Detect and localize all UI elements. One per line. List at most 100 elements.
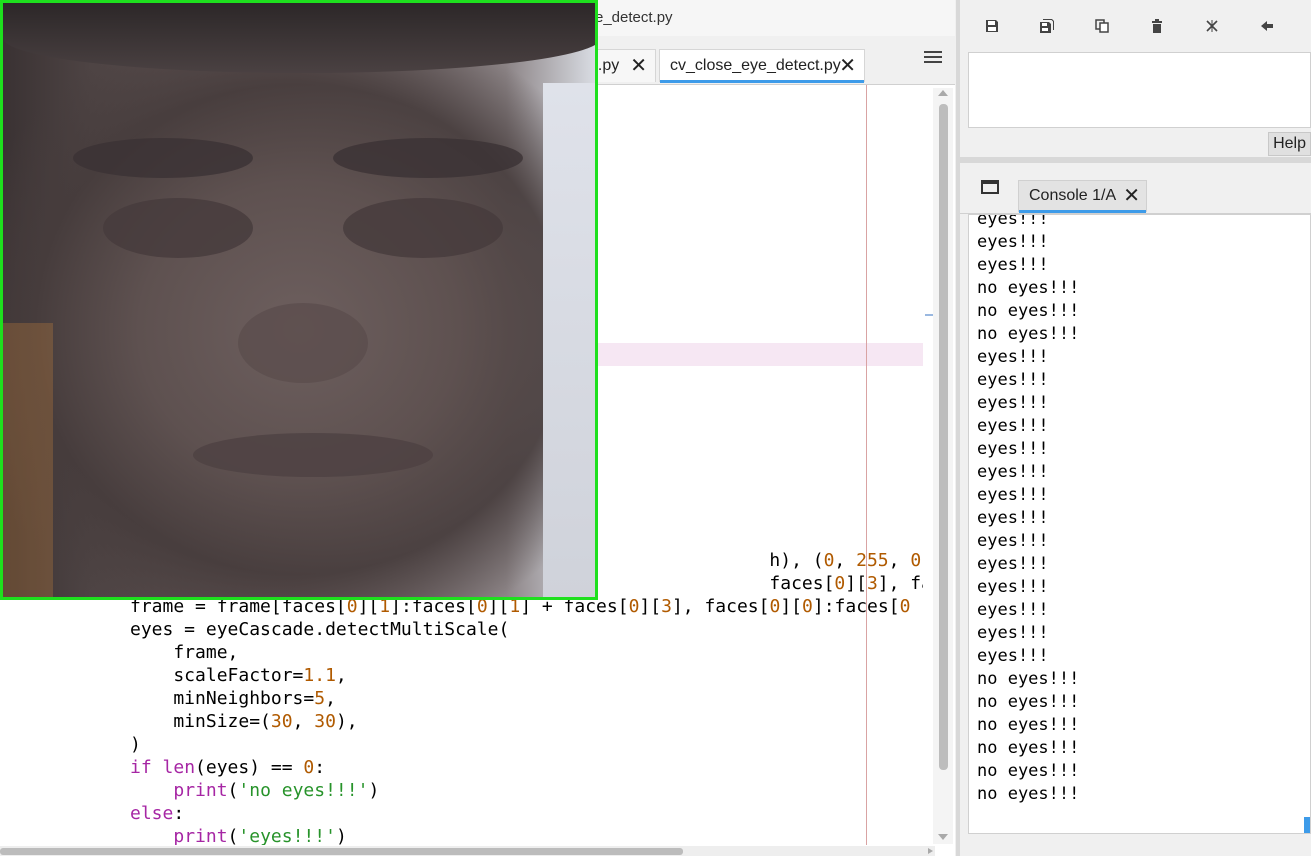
code-token: ,	[888, 550, 911, 571]
console-line: eyes!!!	[977, 462, 1049, 482]
save-icon[interactable]	[985, 19, 999, 33]
right-pane: Help Console 1/A ✕ eyes!!! eyes!!! eyes!!!…	[956, 0, 1311, 856]
code-token: print	[173, 826, 228, 845]
code-token: ], faces[	[877, 573, 923, 594]
code-token: ),	[921, 550, 923, 571]
code-token: ], faces[	[671, 596, 770, 617]
console-line: eyes!!!	[977, 531, 1049, 551]
save-all-icon[interactable]	[1040, 19, 1054, 33]
code-line: minNeighbors=5,	[130, 687, 923, 710]
code-token: if	[130, 757, 152, 778]
console-lines: eyes!!! eyes!!! eyes!!! no eyes!!! no eyes!!…	[977, 215, 1080, 806]
code-token: (	[227, 780, 239, 801]
code-token: minNeighbors=	[130, 688, 315, 709]
console-line: no eyes!!!	[977, 669, 1080, 689]
console-output[interactable]: eyes!!! eyes!!! eyes!!! no eyes!!! no eyes!!…	[968, 214, 1311, 834]
face-nose	[238, 303, 368, 383]
help-toolbar	[960, 8, 1311, 44]
console-tab-label: Console 1/A	[1029, 187, 1117, 204]
code-token: )	[130, 734, 141, 755]
close-icon[interactable]: ✕	[839, 56, 856, 76]
face-mouth	[193, 433, 433, 477]
code-token: 1.1	[303, 665, 336, 686]
code-token: (	[227, 826, 239, 845]
console-line: eyes!!!	[977, 439, 1049, 459]
vertical-scrollbar-thumb[interactable]	[939, 104, 948, 770]
code-token: 0	[802, 596, 813, 617]
scroll-up-icon[interactable]	[938, 90, 948, 96]
console-line: eyes!!!	[977, 370, 1049, 390]
back-arrow-icon[interactable]	[1260, 19, 1274, 33]
code-token: print	[173, 780, 228, 801]
console-line: eyes!!!	[977, 347, 1049, 367]
console-line: no eyes!!!	[977, 761, 1080, 781]
console-line: no eyes!!!	[977, 301, 1080, 321]
copy-icon[interactable]	[1095, 19, 1109, 33]
code-token: faces[	[769, 573, 835, 594]
delete-icon[interactable]	[1150, 19, 1164, 33]
scroll-right-icon[interactable]	[928, 848, 933, 854]
face-left-eye	[103, 198, 253, 258]
code-line: else:	[130, 802, 923, 825]
code-token: 0	[628, 596, 640, 617]
close-icon[interactable]: ✕	[630, 56, 647, 76]
horizontal-scrollbar[interactable]	[0, 846, 935, 856]
console-line: no eyes!!!	[977, 324, 1080, 344]
face-right-eyebrow	[333, 138, 523, 178]
console-line: no eyes!!!	[977, 692, 1080, 712]
code-line: eyes = eyeCascade.detectMultiScale(	[130, 618, 923, 641]
code-token: 3	[866, 573, 878, 594]
code-token: frame,	[130, 642, 239, 663]
console-line: eyes!!!	[977, 623, 1049, 643]
code-line: )	[130, 733, 923, 756]
vertical-scrollbar[interactable]	[933, 88, 953, 844]
clear-icon[interactable]	[1205, 19, 1219, 33]
code-token: 30	[314, 711, 336, 732]
code-token: scaleFactor=	[130, 665, 304, 686]
window-icon[interactable]	[981, 180, 999, 194]
console-line: eyes!!!	[977, 646, 1049, 666]
code-token: ,	[834, 550, 857, 571]
code-token: ][	[845, 573, 867, 594]
tab-cv-close-eye-detect[interactable]: cv_close_eye_detect.py ✕	[659, 49, 865, 83]
code-token: 0	[303, 757, 315, 778]
scroll-down-icon[interactable]	[938, 834, 948, 840]
console-line: eyes!!!	[977, 255, 1049, 275]
console-line: no eyes!!!	[977, 738, 1080, 758]
code-token: h), (	[769, 550, 824, 571]
help-button[interactable]: Help	[1268, 132, 1311, 156]
code-token: ][	[780, 596, 803, 617]
face-left-eyebrow	[73, 138, 253, 178]
code-line: frame,	[130, 641, 923, 664]
file-path: e_detect.py	[595, 9, 673, 26]
hamburger-menu-icon[interactable]	[922, 48, 944, 70]
code-line: if len(eyes) == 0:	[130, 756, 923, 779]
code-token: (eyes) ==	[195, 757, 304, 778]
face-left-edge	[3, 323, 53, 597]
code-token: 30	[270, 711, 293, 732]
code-line: print('eyes!!!')	[130, 825, 923, 845]
tab-console[interactable]: Console 1/A ✕	[1018, 180, 1147, 213]
console-line: no eyes!!!	[977, 715, 1080, 735]
camera-frame-window	[0, 0, 598, 600]
code-token: else	[130, 803, 174, 824]
console-line: eyes!!!	[977, 232, 1049, 252]
code-token: 0	[834, 573, 846, 594]
close-icon[interactable]: ✕	[1123, 181, 1140, 211]
help-content-area	[968, 52, 1311, 128]
code-line: print('no eyes!!!')	[130, 779, 923, 802]
console-line: no eyes!!!	[977, 784, 1080, 804]
code-token: ,	[292, 711, 315, 732]
code-token: 255	[856, 550, 889, 571]
background-wall	[543, 83, 595, 597]
scroll-marker	[925, 314, 933, 316]
code-token: 0	[899, 596, 911, 617]
console-line: eyes!!!	[977, 393, 1049, 413]
code-token: ][	[639, 596, 662, 617]
horizontal-scrollbar-thumb[interactable]	[0, 848, 683, 855]
code-token: )	[335, 826, 347, 845]
code-token: minSize=(	[130, 711, 271, 732]
code-token: )	[368, 780, 380, 801]
